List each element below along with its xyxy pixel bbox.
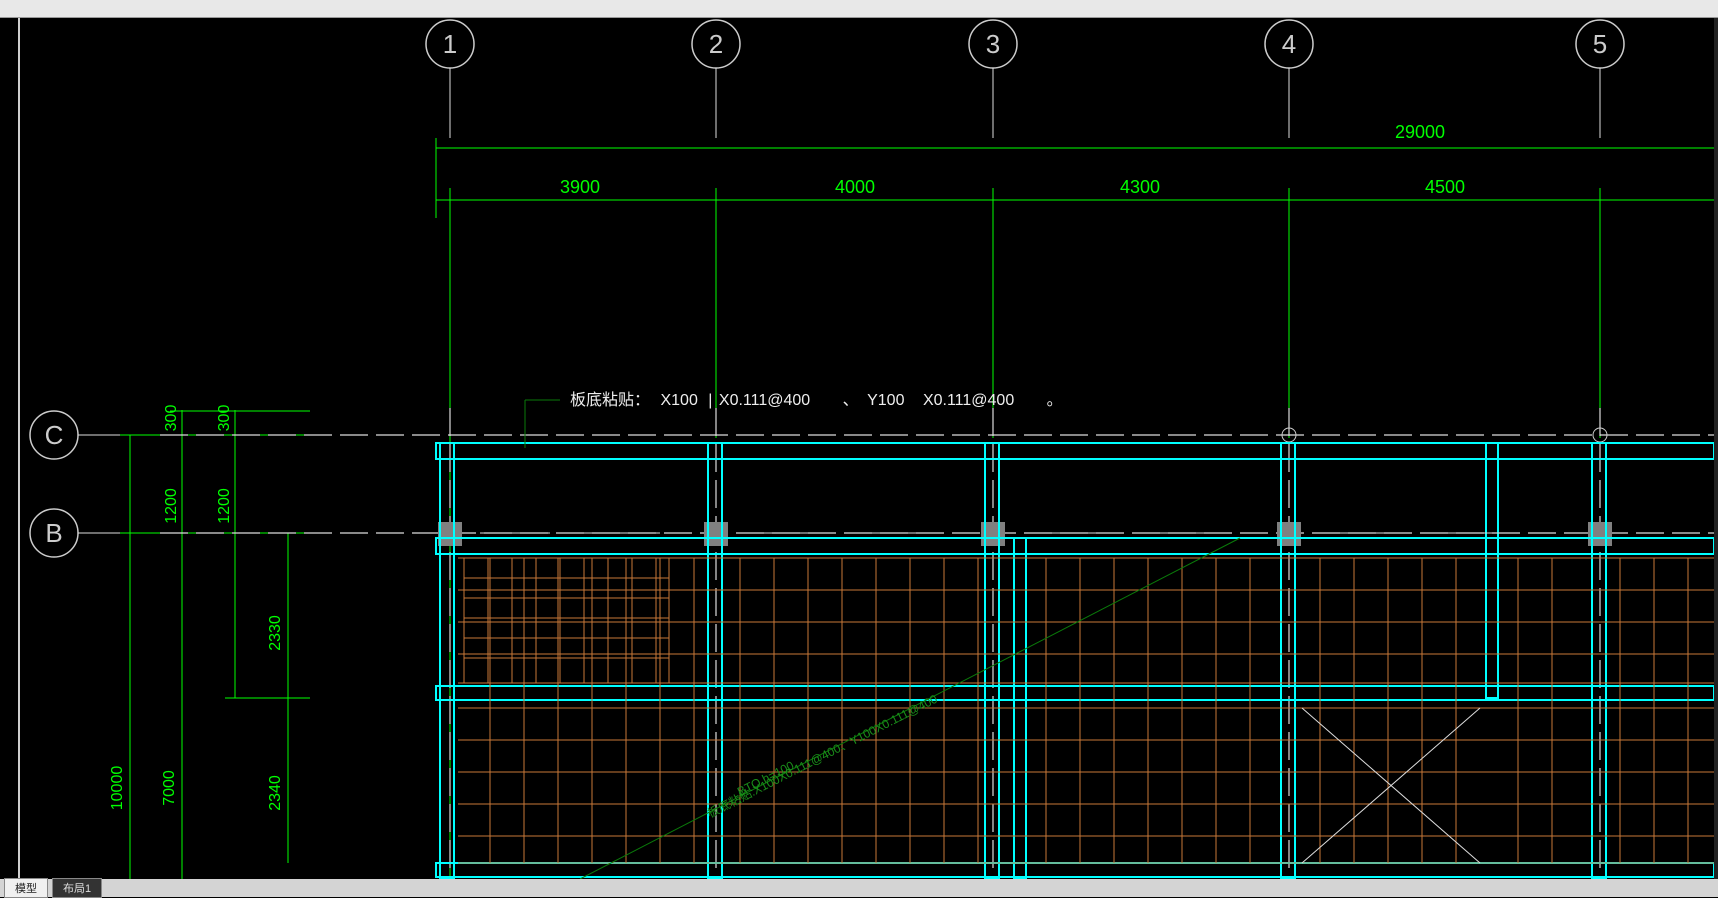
annot-prefix: 板底粘贴： xyxy=(570,391,650,409)
dim-4300: 4300 xyxy=(1120,177,1160,197)
dim-300a: 300 xyxy=(163,405,180,432)
dim-1200a: 1200 xyxy=(163,488,180,524)
column-grid-bubbles: 1 2 3 4 5 xyxy=(426,20,1624,138)
status-bar: 模型 布局1 xyxy=(0,879,1718,897)
drawing-svg[interactable]: 1 2 3 4 5 C B 29 xyxy=(20,18,1714,879)
dim-top-overall: 29000 xyxy=(436,122,1714,218)
svg-text:板底粘贴： X100 |: 板底粘贴： X100 | X0.111@400 、 Y100 X0.111@40… xyxy=(570,391,1063,409)
beam-outlines xyxy=(436,443,1714,879)
dim-1200b: 1200 xyxy=(216,488,233,524)
dim-4000: 4000 xyxy=(835,177,875,197)
vertical-scrollbar[interactable] xyxy=(1714,18,1718,879)
grid-label-5: 5 xyxy=(1593,29,1607,59)
annot-xspec: X0.111@400 xyxy=(719,392,810,409)
dim-7000: 7000 xyxy=(161,770,178,806)
cad-canvas[interactable]: 1 2 3 4 5 C B 29 xyxy=(20,18,1714,879)
axis-lines xyxy=(160,408,1714,879)
dim-300b: 300 xyxy=(216,405,233,432)
x-brace xyxy=(1302,708,1480,863)
rebar-dense-bay1 xyxy=(464,558,669,683)
dim-2340: 2340 xyxy=(267,775,284,811)
tab-layout1[interactable]: 布局1 xyxy=(52,878,102,898)
dim-4500: 4500 xyxy=(1425,177,1465,197)
top-toolbar xyxy=(0,0,1718,18)
column-markers xyxy=(438,428,1612,546)
annot-y100: Y100 xyxy=(867,392,904,409)
dim-spans: 3900 4000 4300 4500 xyxy=(436,177,1714,212)
grid-label-4: 4 xyxy=(1282,29,1296,59)
annot-x100: X100 xyxy=(660,392,697,409)
grid-label-2: 2 xyxy=(709,29,723,59)
slab-annotation: 板底粘贴： X100 | X0.111@400 、 Y100 X0.111@40… xyxy=(525,391,1063,448)
tab-model[interactable]: 模型 xyxy=(4,878,48,898)
grid-label-3: 3 xyxy=(986,29,1000,59)
dim-10000: 10000 xyxy=(109,766,126,811)
annot-yspec: X0.111@400 xyxy=(923,392,1014,409)
rebar-grid-wide xyxy=(458,558,1714,863)
dim-2330: 2330 xyxy=(267,615,284,651)
grid-label-1: 1 xyxy=(443,29,457,59)
slab-rebar-grids xyxy=(458,558,1714,863)
dim-3900: 3900 xyxy=(560,177,600,197)
row-grid-bubbles: C B xyxy=(30,411,160,557)
grid-label-C: C xyxy=(45,420,64,450)
annot-dot: 。 xyxy=(1047,392,1063,409)
grid-label-B: B xyxy=(45,518,62,548)
dim-29000: 29000 xyxy=(1395,122,1445,142)
dim-left-vertical: 10000 7000 300 300 1200 1200 2330 2340 xyxy=(109,405,310,879)
annot-sep: 、 xyxy=(843,392,859,409)
